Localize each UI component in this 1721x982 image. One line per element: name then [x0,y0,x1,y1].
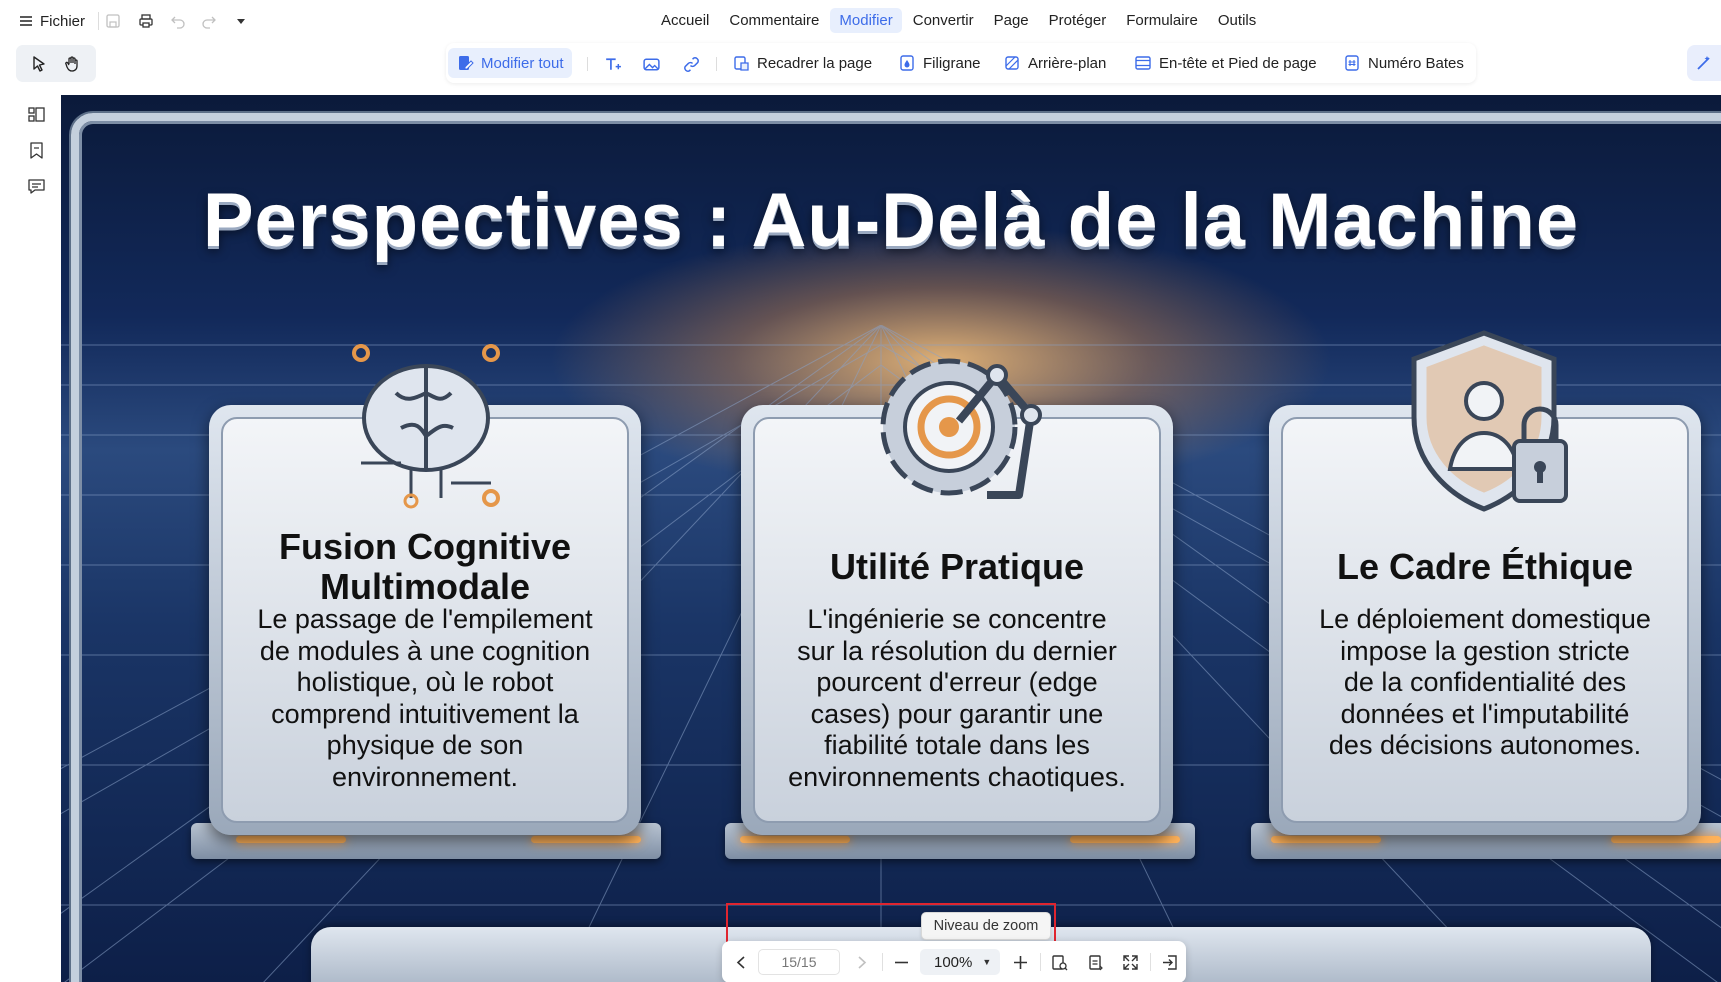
select-cursor-icon[interactable] [28,53,50,75]
separator [716,57,717,71]
separator [587,57,588,71]
watermark-icon [900,55,914,71]
separator [882,953,883,971]
print-icon[interactable] [135,10,157,32]
left-side-panel [16,96,56,204]
fit-page-icon[interactable] [1048,951,1070,973]
background-label: Arrière-plan [1028,54,1107,72]
menu-tabs: Accueil Commentaire Modifier Convertir P… [652,8,1265,33]
brain-circuit-icon [352,344,500,509]
shield-user-lock-icon [1411,330,1568,512]
previous-page-icon[interactable] [730,951,752,973]
crop-page-button[interactable]: Recadrer la page [732,48,872,78]
header-footer-button[interactable]: En-tête et Pied de page [1134,48,1317,78]
separator [1040,953,1041,971]
tab-modifier[interactable]: Modifier [830,8,902,33]
save-icon[interactable] [102,10,124,32]
header-footer-icon [1135,56,1151,70]
tab-outils[interactable]: Outils [1209,8,1265,33]
comment-icon [27,178,45,194]
fullscreen-icon[interactable] [1119,951,1141,973]
bates-number-icon [1345,55,1359,71]
watermark-label: Filigrane [923,54,981,72]
card-title: Le Cadre Éthique [1336,546,1634,587]
thumbnails-icon [27,106,45,122]
zoom-level-tooltip: Niveau de zoom [921,912,1051,940]
tab-accueil[interactable]: Accueil [652,8,718,33]
next-page-icon[interactable] [850,951,872,973]
redo-icon[interactable] [198,10,220,32]
edit-all-label: Modifier tout [481,54,564,72]
crop-page-label: Recadrer la page [757,54,873,72]
add-link-icon[interactable] [680,53,702,75]
bookmark-icon [29,141,43,159]
gear-target-robot-arm-icon [880,358,1042,499]
watermark-button[interactable]: Filigrane [898,48,981,78]
undo-icon[interactable] [167,10,189,32]
bates-number-label: Numéro Bates [1368,54,1464,72]
card-text: Le déploiement domestique impose la gest… [1319,604,1651,760]
comments-button[interactable] [16,168,56,204]
card-text: Le passage de l'empilement de modules à … [257,604,593,792]
exit-panel-icon[interactable] [1158,951,1180,973]
add-text-icon[interactable] [601,53,623,75]
tab-convertir[interactable]: Convertir [904,8,983,33]
cursor-tool-group [16,45,96,82]
background-icon [1005,56,1019,70]
edit-all-button[interactable]: Modifier tout [448,48,572,78]
separator [98,12,99,30]
file-menu-button[interactable]: Fichier [18,9,85,33]
zoom-out-icon[interactable] [890,951,912,973]
thumbnails-button[interactable] [16,96,56,132]
tab-proteger[interactable]: Protéger [1040,8,1116,33]
zoom-in-icon[interactable] [1009,951,1031,973]
hand-tool-icon[interactable] [62,53,84,75]
hamburger-menu-icon [20,16,32,26]
ai-sparkle-icon [1697,56,1710,70]
ai-assistant-button[interactable] [1687,45,1721,81]
background-button[interactable]: Arrière-plan [1003,48,1106,78]
fit-width-icon[interactable] [1084,951,1106,973]
chevron-down-icon: ▼ [982,957,992,967]
edit-document-icon [459,56,474,70]
card-title: Utilité Pratique [829,546,1085,587]
document-page: Perspectives : Au-Delà de la Machine Fus… [61,95,1721,982]
add-image-icon[interactable] [640,53,662,75]
slide-title: Perspectives : Au-Delà de la Machine [202,178,1580,263]
header-footer-label: En-tête et Pied de page [1159,54,1317,72]
card-title: Fusion Cognitive Multimodale [279,526,571,607]
menu-bar: Fichier Accueil Commentaire Modifier Con… [0,0,1721,40]
zoom-level-select[interactable]: 100% ▼ [920,949,1000,975]
bookmarks-button[interactable] [16,132,56,168]
quick-access-dropdown-icon[interactable] [230,10,252,32]
tab-page[interactable]: Page [985,8,1038,33]
edit-ribbon: Modifier tout Recadrer la page Filigrane… [446,43,1476,83]
page-number-input[interactable] [758,949,840,975]
card-text: L'ingénierie se concentre sur la résolut… [788,604,1126,792]
page-navigation-bar: 100% ▼ [722,941,1186,982]
tab-commentaire[interactable]: Commentaire [720,8,828,33]
tab-formulaire[interactable]: Formulaire [1117,8,1207,33]
crop-page-icon [734,56,749,71]
zoom-level-value: 100% [934,953,973,971]
bates-number-button[interactable]: Numéro Bates [1343,48,1464,78]
separator [1150,953,1151,971]
file-menu-label: Fichier [40,12,86,30]
